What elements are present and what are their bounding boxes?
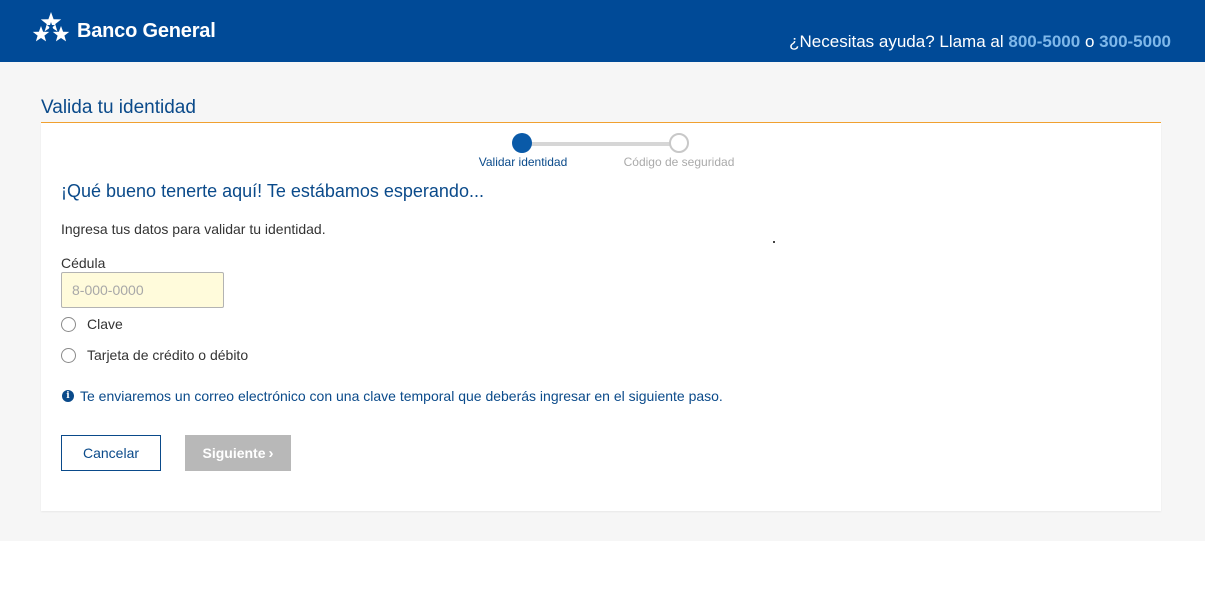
top-header: Banco General ¿Necesitas ayuda? Llama al… [0,0,1205,62]
phone-link-800[interactable]: 800-5000 [1008,32,1080,51]
help-line: ¿Necesitas ayuda? Llama al 800-5000 o 30… [789,32,1171,52]
stars-logo-icon [32,12,70,42]
help-text: ¿Necesitas ayuda? Llama al [789,32,1004,51]
step-1-indicator [512,133,532,153]
step-1-label: Validar identidad [478,155,568,169]
page-title: Valida tu identidad [41,97,196,118]
radio-label-tarjeta: Tarjeta de crédito o débito [87,347,249,363]
stray-dot [773,241,775,243]
radio-option-clave[interactable]: Clave [61,316,123,332]
radio-button-clave[interactable] [61,316,76,332]
help-or-text: o [1084,32,1095,51]
phone-link-300[interactable]: 300-5000 [1099,32,1171,51]
info-text: Te enviaremos un correo electrónico con … [80,388,723,404]
welcome-heading: ¡Qué bueno tenerte aquí! Te estábamos es… [61,181,484,201]
cancel-label: Cancelar [82,445,140,461]
step-2-label: Código de seguridad [623,155,735,169]
next-label: Siguiente [202,445,266,461]
radio-label-clave: Clave [87,316,123,332]
cedula-input[interactable] [61,272,224,308]
chevron-right-icon: › [268,444,274,462]
next-button[interactable]: Siguiente › [185,435,291,471]
radio-option-tarjeta[interactable]: Tarjeta de crédito o débito [61,347,248,363]
brand-name: Banco General [77,19,216,42]
cedula-label: Cédula [61,255,106,271]
bank-logo[interactable]: Banco General [32,12,216,50]
step-2-indicator [669,133,689,153]
cancel-button[interactable]: Cancelar [61,435,161,471]
instructions-text: Ingresa tus datos para validar tu identi… [61,221,326,237]
stepper-track [522,142,679,146]
info-circle-icon: i [62,390,74,402]
radio-button-tarjeta[interactable] [61,347,76,363]
info-message: i Te enviaremos un correo electrónico co… [62,388,723,404]
